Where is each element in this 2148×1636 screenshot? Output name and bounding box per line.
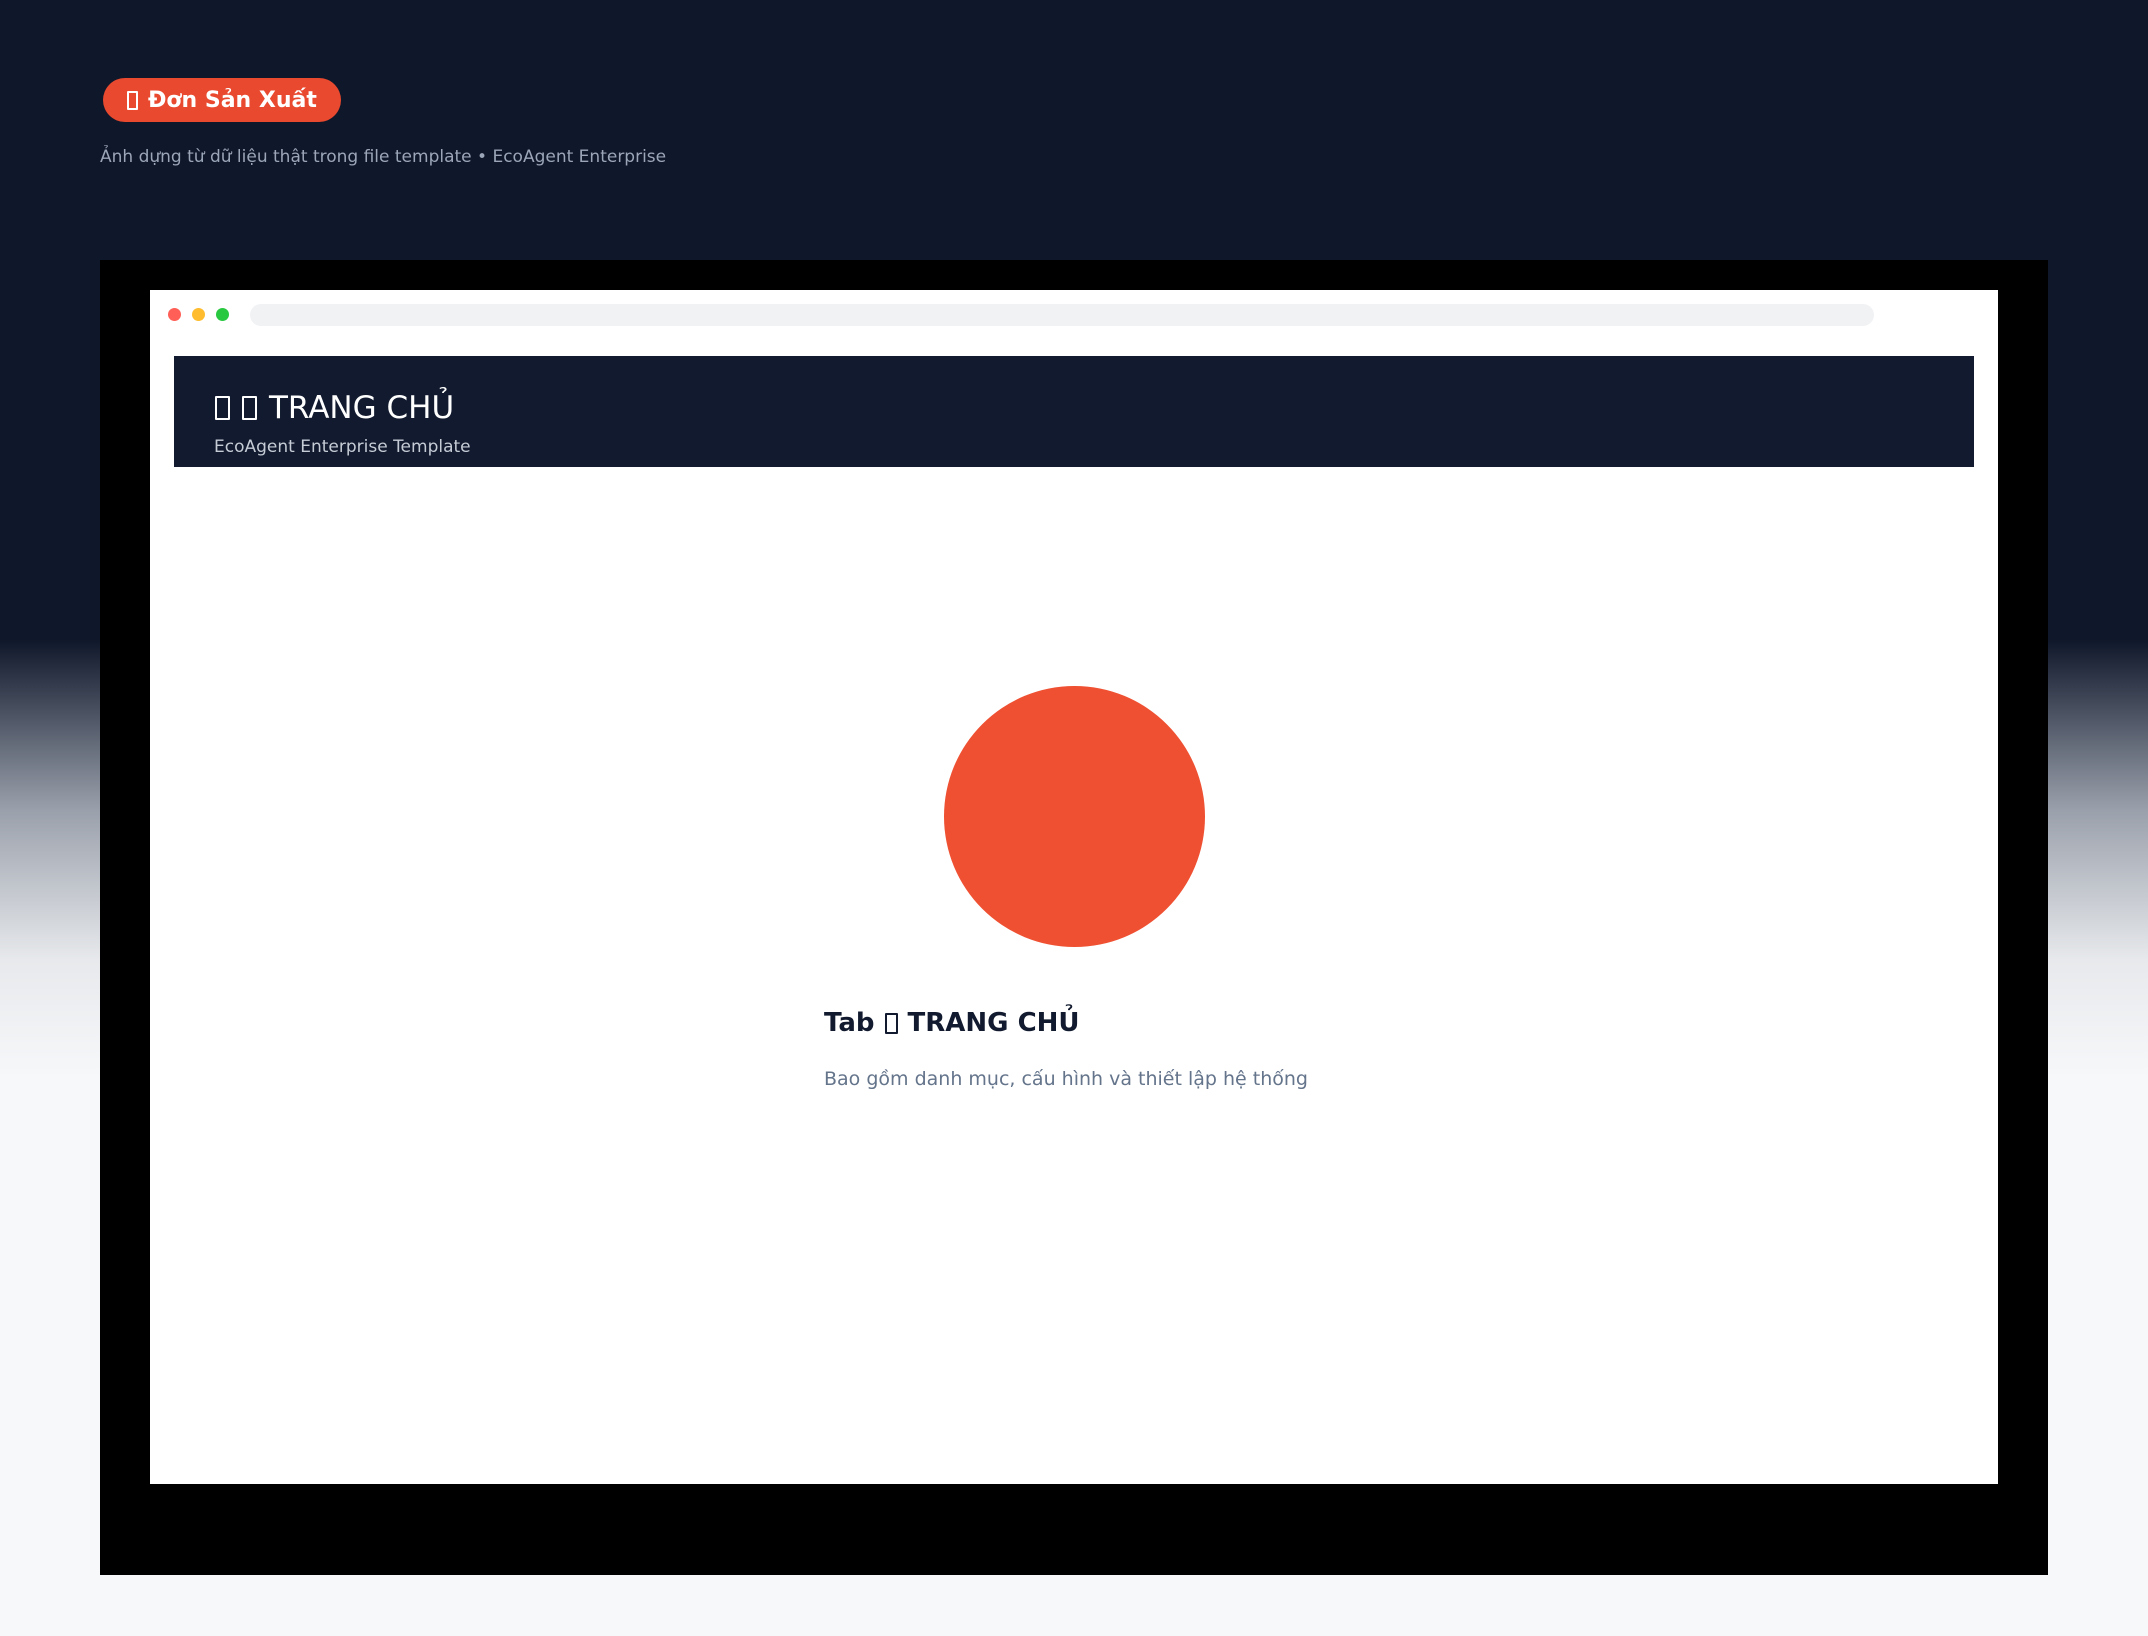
tab-heading: Tab TRANG CHỦ <box>824 1008 1080 1038</box>
page-title-label: TRANG CHỦ <box>269 390 455 426</box>
order-badge[interactable]: Đơn Sản Xuất <box>103 78 341 122</box>
tab-description: Bao gồm danh mục, cấu hình và thiết lập … <box>824 1068 1308 1090</box>
minimize-window-dot[interactable] <box>192 308 205 321</box>
badge-label: Đơn Sản Xuất <box>148 87 317 113</box>
missing-glyph-icon <box>215 396 230 420</box>
app-header: TRANG CHỦ EcoAgent Enterprise Template <box>174 356 1974 467</box>
close-window-dot[interactable] <box>168 308 181 321</box>
status-circle <box>944 686 1205 947</box>
page-subtitle: Ảnh dựng từ dữ liệu thật trong file temp… <box>100 147 667 167</box>
tab-prefix: Tab <box>824 1008 875 1038</box>
app-subtitle: EcoAgent Enterprise Template <box>214 437 471 457</box>
browser-window: TRANG CHỦ EcoAgent Enterprise Template T… <box>150 290 1998 1484</box>
missing-glyph-icon <box>242 396 257 420</box>
page-title: TRANG CHỦ <box>215 390 454 426</box>
tab-name: TRANG CHỦ <box>907 1008 1080 1038</box>
address-bar[interactable] <box>250 304 1874 326</box>
maximize-window-dot[interactable] <box>216 308 229 321</box>
missing-glyph-icon <box>127 90 138 110</box>
screenshot-frame: TRANG CHỦ EcoAgent Enterprise Template T… <box>100 260 2048 1575</box>
missing-glyph-icon <box>884 1012 898 1034</box>
